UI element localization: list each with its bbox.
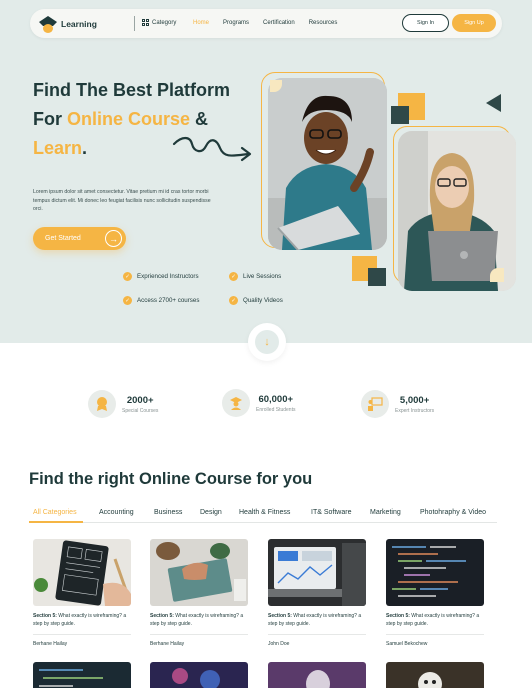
check-icon: ✓ <box>123 296 132 305</box>
course-section: Section 5: <box>150 613 174 619</box>
course-author: John Doe <box>268 641 290 647</box>
tab-it-software[interactable]: IT& Software <box>311 509 351 516</box>
decor-cream-corner-2 <box>490 268 504 282</box>
course-title: Section 5: What exactly is wireframing? … <box>268 612 368 628</box>
decor-triangle-icon <box>486 94 501 112</box>
tab-photography-video[interactable]: Photohraphy & Video <box>420 509 486 516</box>
course-title: Section 5: What exactly is wireframing? … <box>386 612 486 628</box>
nav-link-certification[interactable]: Certification <box>263 20 295 26</box>
category-tabs: All Categories Accounting Business Desig… <box>29 506 497 523</box>
check-icon: ✓ <box>229 272 238 281</box>
logo-text: Learning <box>61 18 97 29</box>
course-section: Section 5: <box>268 613 292 619</box>
course-card[interactable]: Section 5: What exactly is wireframing? … <box>150 539 250 647</box>
course-author: Berhane Hailay <box>33 641 68 647</box>
stat-number: 2000+ <box>126 394 154 406</box>
hero-image-man <box>268 78 387 250</box>
feature-label: Quality Videos <box>243 297 283 304</box>
tab-health-fitness[interactable]: Health & Fitness <box>239 509 290 516</box>
man-with-laptop-illustration <box>268 78 387 250</box>
hero-title-highlight-learn: Learn <box>33 138 83 158</box>
hero-title-dot: . <box>82 138 88 158</box>
courses-section-title: Find the right Online Course for you <box>29 470 313 488</box>
navbar: Learning Category Home Programs Certific… <box>30 9 502 38</box>
grid-icon <box>142 19 149 26</box>
get-started-label: Get Started <box>45 235 81 242</box>
hero-title-for: For <box>33 109 67 129</box>
check-icon: ✓ <box>123 272 132 281</box>
course-thumbnail <box>268 539 366 606</box>
tab-accounting[interactable]: Accounting <box>99 509 134 516</box>
nav-links: Home Programs Certification Resources <box>193 20 351 26</box>
course-thumbnail-next-row[interactable] <box>150 662 248 688</box>
course-thumbnail <box>386 539 484 606</box>
decor-dark-square-2 <box>368 268 386 286</box>
hero-title-amp: & <box>190 109 209 129</box>
course-thumbnail-next-row[interactable] <box>268 662 366 688</box>
card-divider <box>150 634 248 635</box>
course-thumbnail-next-row[interactable] <box>386 662 484 688</box>
sign-up-button[interactable]: Sign Up <box>452 14 496 32</box>
nav-link-home[interactable]: Home <box>193 20 209 26</box>
feature-label: Access 2700+ courses <box>137 297 200 304</box>
course-thumbnail <box>33 539 131 606</box>
stat-label: Special Courses <box>122 407 159 414</box>
course-card[interactable]: Section 5: What exactly is wireframing? … <box>33 539 133 647</box>
stat-number: 5,000+ <box>399 394 430 406</box>
stat-expert-instructors: 5,000+ Expert Instructors <box>361 390 434 418</box>
decor-dark-square <box>391 106 409 124</box>
hero-image-woman <box>398 131 516 291</box>
course-title: Section 5: What exactly is wireframing? … <box>150 612 250 628</box>
tab-business[interactable]: Business <box>154 509 182 516</box>
stat-special-courses: 2000+ Special Courses <box>88 390 158 418</box>
course-thumbnail <box>150 539 248 606</box>
course-author: Berhane Hailay <box>150 641 185 647</box>
feature-experienced-instructors: ✓ Exprienced Instructors <box>123 272 199 281</box>
feature-quality-videos: ✓ Quality Videos <box>229 296 283 305</box>
award-icon <box>88 390 116 418</box>
card-divider <box>33 634 131 635</box>
stat-label: Enrolled Students <box>256 406 296 413</box>
hero-title-line1: Find The Best Platform <box>33 80 231 100</box>
feature-live-sessions: ✓ Live Sessions <box>229 272 281 281</box>
stat-enrolled-students: 60,000+ Enrolled Students <box>222 389 295 417</box>
course-section: Section 5: <box>33 613 57 619</box>
squiggle-arrow-icon <box>172 136 252 162</box>
tab-marketing[interactable]: Marketing <box>370 509 401 516</box>
feature-label: Live Sessions <box>243 273 282 280</box>
hero-title-highlight-online-course: Online Course <box>67 109 191 129</box>
course-author: Samuel Bekochew <box>386 641 428 647</box>
tab-all-categories[interactable]: All Categories <box>33 509 77 516</box>
nav-link-resources[interactable]: Resources <box>309 20 338 26</box>
course-section: Section 5: <box>386 613 410 619</box>
course-title: Section 5: What exactly is wireframing? … <box>33 612 133 628</box>
sign-in-button[interactable]: Sign In <box>402 14 449 32</box>
arrow-down-icon: ↓ <box>255 330 279 354</box>
logo[interactable]: Learning <box>38 14 97 33</box>
arrow-right-icon: → <box>105 230 122 247</box>
feature-label: Exprienced Instructors <box>137 273 199 280</box>
card-divider <box>268 634 366 635</box>
category-button[interactable]: Category <box>142 19 176 26</box>
card-divider <box>386 634 484 635</box>
student-icon <box>222 389 250 417</box>
nav-link-programs[interactable]: Programs <box>223 20 249 26</box>
category-label: Category <box>152 19 177 26</box>
graduation-cap-icon <box>38 15 58 33</box>
woman-with-laptop-illustration <box>398 131 516 291</box>
get-started-button[interactable]: Get Started → <box>33 227 126 250</box>
tab-design[interactable]: Design <box>200 509 222 516</box>
feature-access-courses: ✓ Access 2700+ courses <box>123 296 199 305</box>
hero-description: Lorem ipsum dolor sit amet consectetur. … <box>33 189 211 212</box>
stat-number: 60,000+ <box>258 393 294 405</box>
check-icon: ✓ <box>229 296 238 305</box>
course-card[interactable]: Section 5: What exactly is wireframing? … <box>386 539 486 647</box>
course-thumbnail-next-row[interactable] <box>33 662 131 688</box>
active-tab-indicator <box>29 521 83 523</box>
stat-label: Expert Instructors <box>395 407 435 414</box>
course-card[interactable]: Section 5: What exactly is wireframing? … <box>268 539 368 647</box>
instructor-icon <box>361 390 389 418</box>
nav-divider <box>134 16 135 31</box>
scroll-down-button[interactable]: ↓ <box>248 323 286 361</box>
